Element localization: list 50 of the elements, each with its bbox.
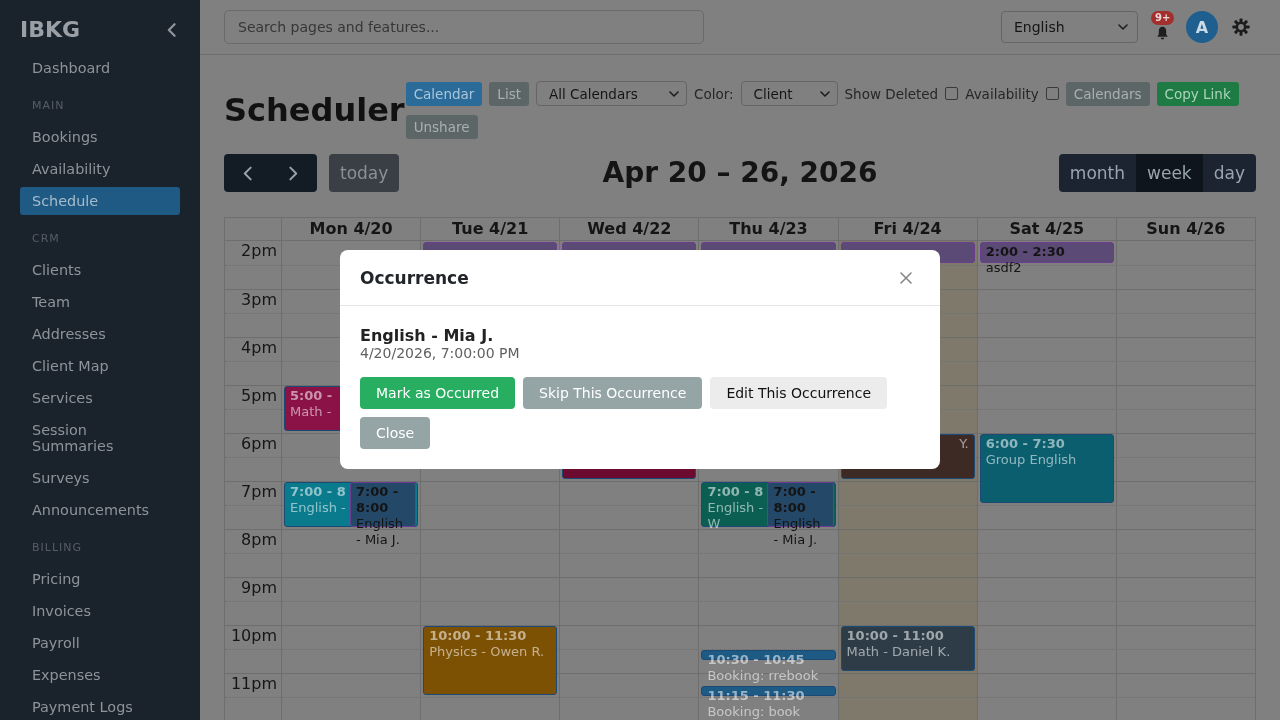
notification-badge: 9+ xyxy=(1151,11,1175,25)
event-title: Group English xyxy=(985,452,1077,468)
time-label: 8pm xyxy=(241,530,278,550)
event-title: Math - xyxy=(290,404,332,420)
dialog-title: Occurrence xyxy=(360,266,469,289)
event-time: 7:00 - 8 xyxy=(290,484,346,500)
event-time: 11:15 - 11:30 xyxy=(707,688,805,704)
event-name: English - Mia J. xyxy=(360,326,495,345)
day-header: Thu 4/23 xyxy=(698,218,838,240)
time-label: 10pm xyxy=(230,626,278,646)
time-label: 3pm xyxy=(241,290,278,310)
event-title: English - xyxy=(290,500,346,516)
day-header: Wed 4/22 xyxy=(559,218,699,240)
event-time: 7:00 - 8 xyxy=(707,484,764,500)
time-label: 4pm xyxy=(241,338,278,358)
time-label: 5pm xyxy=(241,386,278,406)
event-time: 5:00 - xyxy=(290,388,333,404)
field-label: Color: xyxy=(693,85,734,102)
event-time: 10:30 - 10:45 xyxy=(707,652,805,668)
section-heading: CRM xyxy=(31,231,61,247)
event-time: 6:00 - 7:30 xyxy=(985,436,1065,452)
date-range-title: Apr 20 – 26, 2026 xyxy=(602,156,878,190)
event-time: 7:00 - 8:00 xyxy=(773,484,817,516)
section-heading: BILLING xyxy=(31,540,84,556)
event-title: Booking: rrebook xyxy=(707,668,819,684)
event-title: Physics - Owen R. xyxy=(429,644,545,660)
day-header: Sun 4/26 xyxy=(1115,218,1255,240)
day-header: Mon 4/20 xyxy=(281,218,421,240)
time-label: 7pm xyxy=(241,482,278,502)
day-header: Fri 4/24 xyxy=(837,218,977,240)
section-heading: MAIN xyxy=(31,98,66,114)
event-time: 10:00 - 11:30 xyxy=(429,628,527,644)
day-header: Sat 4/25 xyxy=(976,218,1116,240)
event-title: asdf2 xyxy=(985,260,1022,276)
event-datetime: 4/20/2026, 7:00:00 PM xyxy=(360,345,521,361)
time-label: 2pm xyxy=(241,241,278,261)
checkbox-label: Show Deleted xyxy=(844,85,939,102)
checkbox-label: Availability xyxy=(965,85,1039,102)
time-label: 11pm xyxy=(230,674,278,694)
event-time: 7:00 - 8:00 xyxy=(356,484,400,516)
event-time: 2:00 - 2:30 xyxy=(985,244,1065,260)
app-logo: IBKG xyxy=(20,17,81,43)
day-header: Tue 4/21 xyxy=(420,218,560,240)
event-title: Math - Daniel K. xyxy=(846,644,951,660)
event-title: Booking: book xyxy=(707,704,801,720)
time-label: 6pm xyxy=(241,434,278,454)
event-title: Y. xyxy=(959,436,969,452)
time-label: 9pm xyxy=(241,578,278,598)
event-time: 10:00 - 11:00 xyxy=(846,628,944,644)
page-title: Scheduler xyxy=(224,91,405,129)
